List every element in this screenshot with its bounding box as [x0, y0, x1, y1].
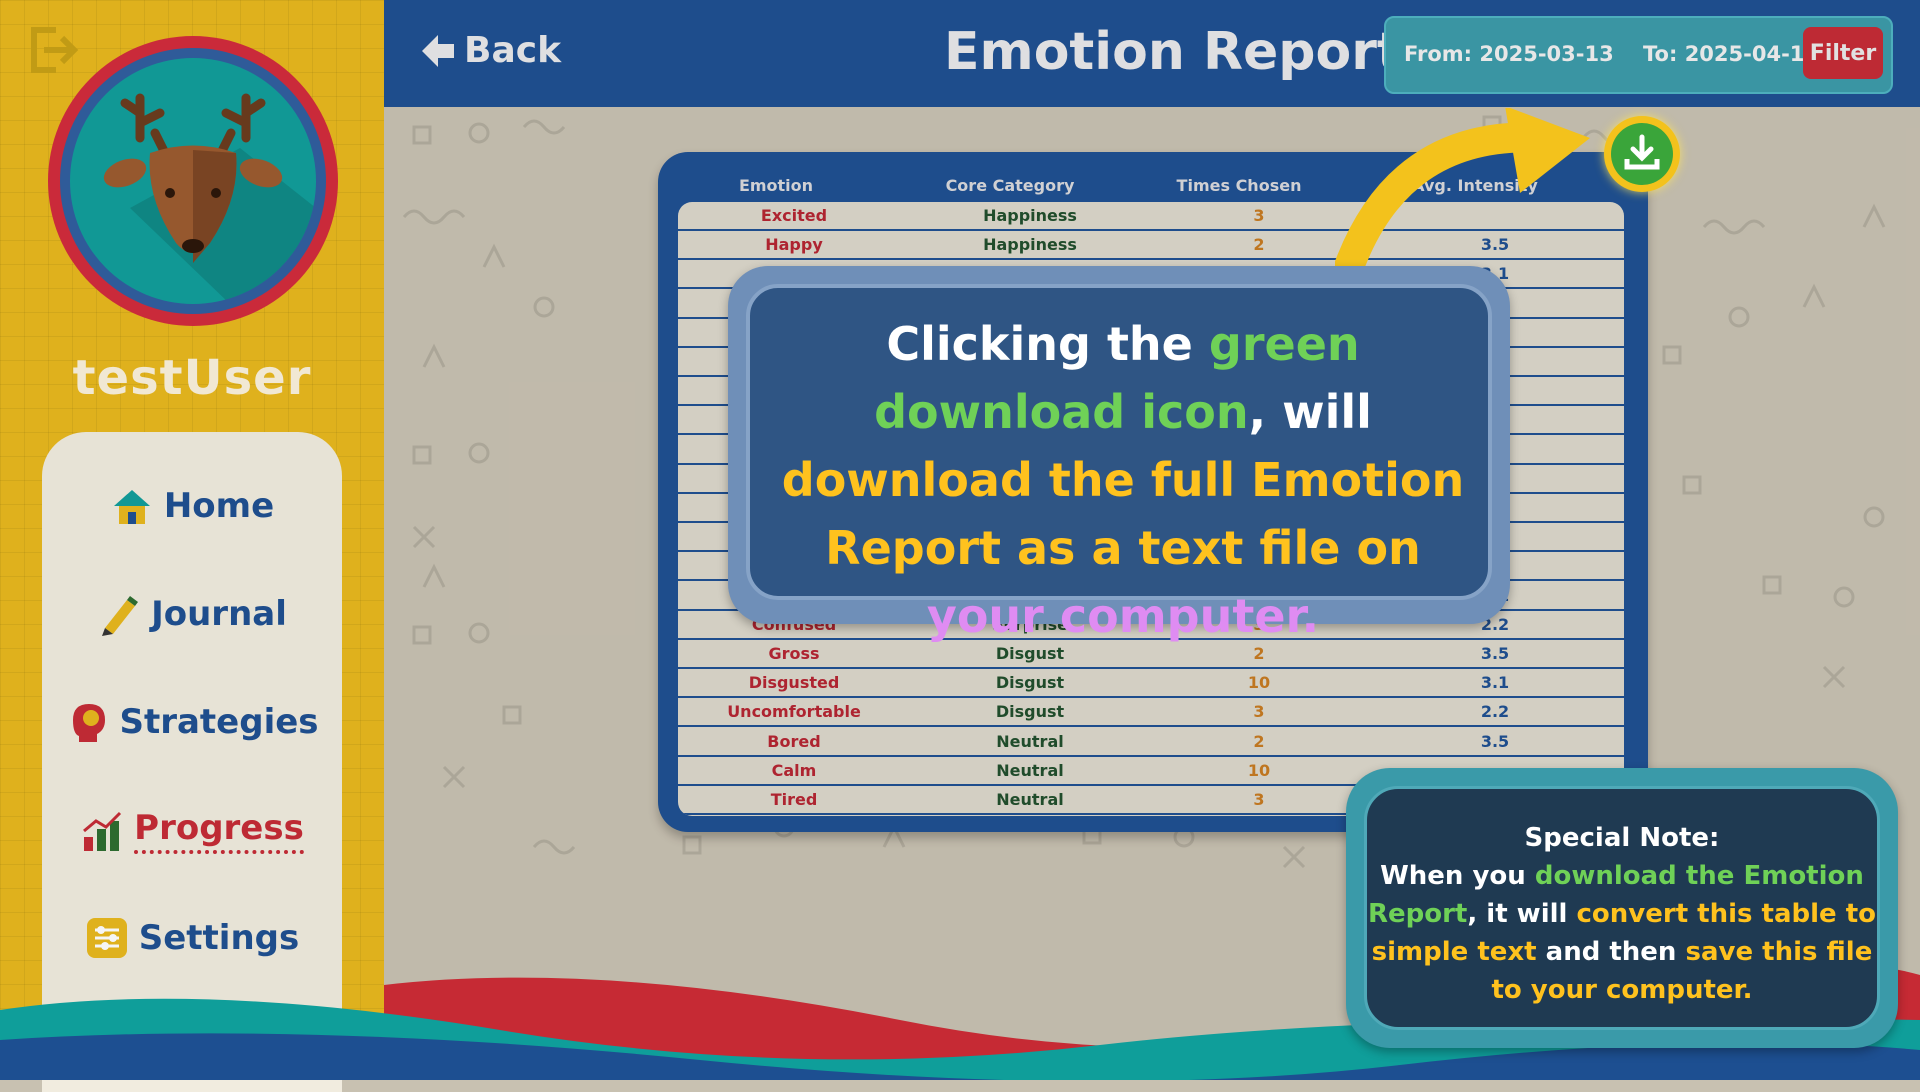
cell-times-chosen: 2	[1253, 731, 1265, 751]
cell-avg-intensity: 2.2	[1480, 702, 1510, 722]
cell-core-category: Happiness	[983, 206, 1077, 225]
arrow-left-icon	[422, 34, 454, 67]
chart-icon	[83, 811, 122, 851]
deer-icon	[103, 93, 316, 304]
col-core-category: Core Category	[945, 176, 1075, 195]
note-title: Special Note:	[1524, 823, 1720, 853]
col-times-chosen: Times Chosen	[1176, 176, 1302, 195]
head-icon	[73, 704, 106, 742]
cell-core-category: Happiness	[983, 235, 1077, 255]
cell-emotion: Excited	[760, 206, 828, 225]
cell-core-category: Neutral	[996, 760, 1064, 780]
cell-core-category: Neutral	[996, 790, 1064, 809]
from-date[interactable]: From: 2025-03-13	[1404, 42, 1614, 66]
nav-home-label: Home	[163, 486, 275, 526]
cell-core-category: Disgust	[995, 702, 1065, 722]
pencil-icon	[102, 596, 139, 636]
avatar[interactable]	[48, 36, 338, 326]
cell-times-chosen: 10	[1247, 673, 1271, 693]
col-emotion: Emotion	[738, 176, 814, 195]
cell-emotion: Tired	[770, 790, 818, 809]
back-label: Back	[464, 30, 562, 71]
cell-emotion: Disgusted	[748, 673, 840, 693]
table-row: Bored Neutral 2 3.5	[678, 728, 1624, 757]
nav-strategies-label: Strategies	[119, 702, 319, 742]
special-note: Special Note: When you download the Emot…	[1346, 768, 1898, 1048]
cell-emotion: Bored	[767, 731, 821, 751]
cell-times-chosen: 3	[1253, 790, 1265, 809]
tutorial-popup: Clicking the green download icon, will d…	[728, 266, 1510, 643]
nav-settings[interactable]: Settings	[42, 916, 342, 960]
header: Back Emotion Report From: 2025-03-13 To:…	[384, 0, 1920, 107]
download-button[interactable]	[1604, 116, 1680, 192]
nav-progress-label: Progress	[134, 808, 304, 854]
date-filter: From: 2025-03-13 To: 2025-04-13 Filter	[1384, 16, 1893, 94]
cell-avg-intensity: 3.1	[1480, 673, 1510, 693]
cell-core-category: Neutral	[996, 731, 1064, 751]
nav-progress[interactable]: Progress	[42, 808, 342, 854]
pointer-arrow	[1335, 108, 1590, 278]
nav-settings-label: Settings	[138, 918, 300, 958]
table-row: Disgusted Disgust 10 3.1	[678, 669, 1624, 699]
nav-journal-label: Journal	[151, 594, 287, 634]
home-icon	[113, 490, 150, 524]
table-row: Uncomfortable Disgust 3 2.2	[678, 698, 1624, 728]
nav-strategies[interactable]: Strategies	[42, 700, 342, 744]
logout-icon[interactable]	[26, 24, 82, 76]
filter-button[interactable]: Filter	[1803, 27, 1883, 79]
page-title: Emotion Report	[944, 22, 1402, 82]
popup-message: Clicking the green download icon, will d…	[781, 317, 1465, 643]
nav-journal[interactable]: Journal	[42, 592, 342, 636]
cell-times-chosen: 3	[1253, 702, 1265, 722]
to-date[interactable]: To: 2025-04-13	[1643, 42, 1819, 66]
cell-core-category: Disgust	[995, 673, 1065, 693]
app: testUser Home Journal Strategies Progres…	[0, 0, 1920, 1092]
back-button[interactable]: Back	[418, 30, 561, 71]
cell-emotion: Happy	[765, 235, 823, 255]
username: testUser	[72, 350, 312, 406]
download-icon	[1624, 134, 1660, 170]
cell-emotion: Uncomfortable	[727, 702, 861, 722]
cell-times-chosen: 10	[1247, 760, 1271, 780]
note-message: Special Note: When you download the Emot…	[1367, 823, 1877, 1005]
cell-emotion: Calm	[771, 760, 817, 780]
sliders-icon	[86, 918, 127, 958]
nav-home[interactable]: Home	[42, 484, 342, 528]
sidebar: testUser Home Journal Strategies Progres…	[0, 0, 384, 1092]
cell-avg-intensity: 3.5	[1480, 731, 1510, 751]
